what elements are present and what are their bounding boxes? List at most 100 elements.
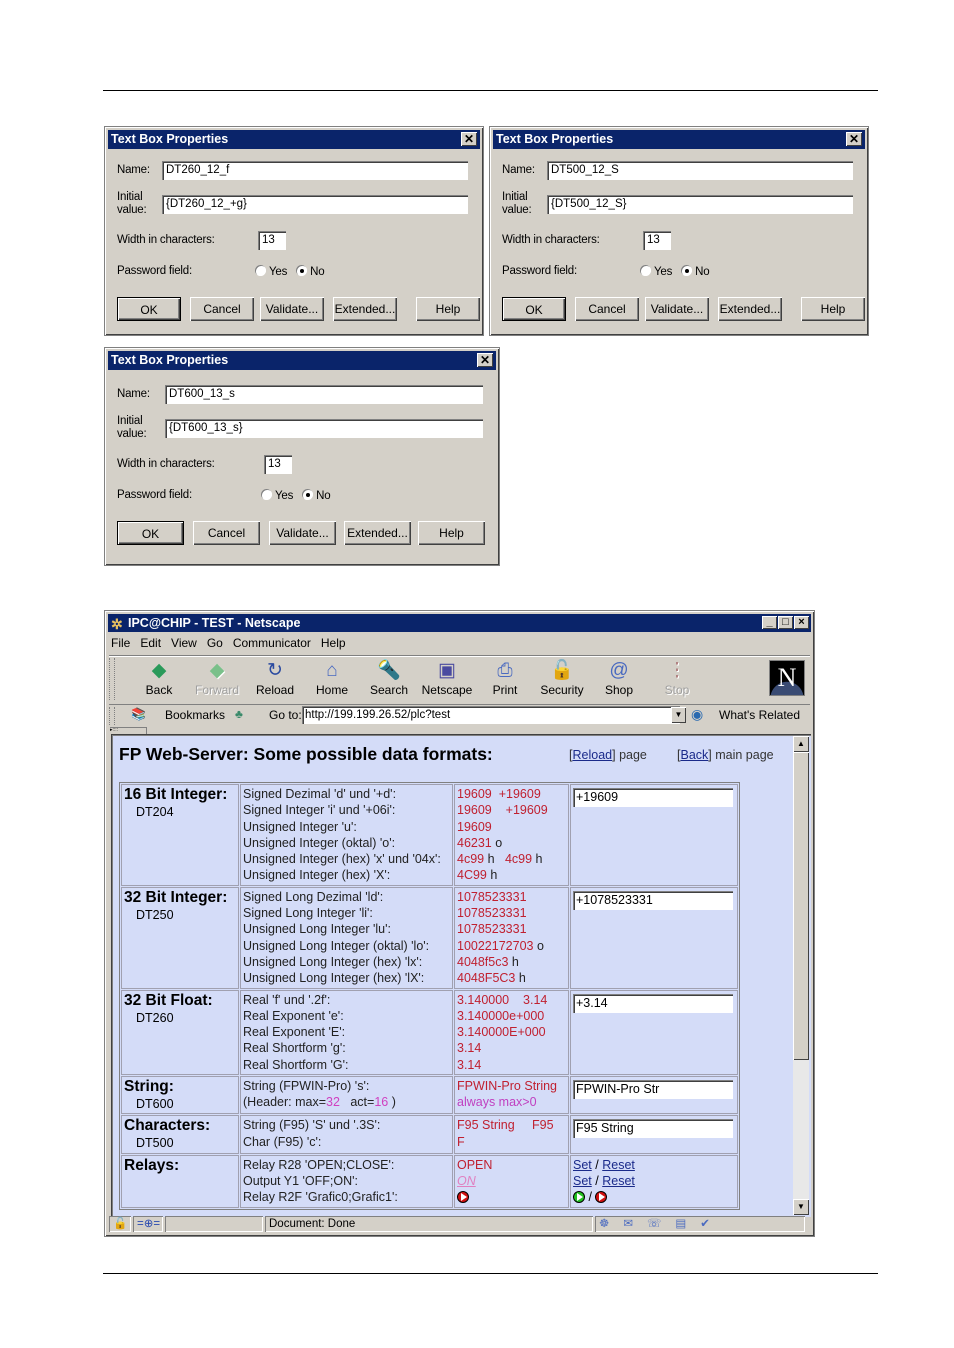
initial-value-input[interactable]: {DT500_12_S} [547,195,853,214]
reload-toolbar-button[interactable]: ↻ Reload [247,659,303,697]
location-toolbar-grip[interactable] [109,707,115,725]
y1-set-link[interactable]: Set [573,1174,592,1188]
toolbar-grip[interactable] [109,658,115,700]
value-input[interactable]: +19609 [573,788,733,807]
validate-button[interactable]: Validate... [260,297,324,321]
netscape-toolbar-button[interactable]: ▣ Netscape [419,659,475,697]
initial-value-label: Initial value: [117,415,147,441]
output-y1-value[interactable]: ON [457,1173,566,1189]
scroll-up-button[interactable]: ▲ [793,736,809,752]
help-button[interactable]: Help [416,297,480,321]
extended-button[interactable]: Extended... [333,297,397,321]
menu-go[interactable]: Go [207,633,223,653]
menu-view[interactable]: View [171,633,197,653]
extended-button[interactable]: Extended... [344,521,411,545]
initial-value-input[interactable]: {DT600_13_s} [165,419,483,438]
dialog-close-button[interactable]: ✕ [461,132,477,146]
bookmarks-button[interactable]: Bookmarks [165,708,225,722]
ok-button[interactable]: OK [117,521,184,545]
ok-button[interactable]: OK [117,297,181,321]
initial-value-input[interactable]: {DT260_12_+g} [162,195,468,214]
cancel-button[interactable]: Cancel [193,521,260,545]
navigator-icon[interactable]: ☸ [599,1218,623,1230]
format-descriptions-cell: String (F95) 'S' und '.3S': Char (F95) 'c… [240,1115,453,1154]
value-input[interactable]: +3.14 [573,993,733,1013]
initial-label-line2: value: [502,204,532,216]
value-input[interactable]: +1078523331 [573,890,733,910]
r28-reset-link[interactable]: Reset [602,1158,635,1172]
url-history-dropdown[interactable]: ▼ [671,707,686,723]
forward-arrow-icon: ◆ [209,660,225,681]
checkmark-icon[interactable]: ✔ [700,1218,724,1230]
menu-help[interactable]: Help [321,633,346,653]
value-input[interactable]: FPWIN-Pro Str [573,1080,733,1100]
extended-button[interactable]: Extended... [718,297,782,321]
data-type-label: 32 Bit Float: [124,991,213,1009]
width-input[interactable]: 13 [264,455,292,474]
name-input[interactable]: DT260_12_f [162,161,468,180]
help-button[interactable]: Help [801,297,865,321]
r28-set-link[interactable]: Set [573,1158,592,1172]
dialog-close-button[interactable]: ✕ [477,353,493,367]
ok-button[interactable]: OK [502,297,566,321]
r2f-set-green-play-icon[interactable] [573,1191,585,1204]
password-yes-label[interactable]: Yes [654,266,672,278]
scroll-down-button[interactable]: ▼ [793,1199,809,1215]
password-yes-radio[interactable] [255,265,266,276]
reload-link[interactable]: Reload [572,748,612,762]
security-status-icon[interactable]: 🔓 [109,1216,131,1232]
password-no-label[interactable]: No [316,490,331,502]
home-toolbar-button[interactable]: ⌂ Home [304,659,360,697]
security-toolbar-button[interactable]: 🔓 Security [534,659,590,697]
whats-related-button[interactable]: What's Related [719,708,800,722]
y1-reset-link[interactable]: Reset [602,1174,635,1188]
search-toolbar-button[interactable]: 🔦 Search [361,659,417,697]
initial-label-line2: value: [117,428,147,440]
personal-toolbar-collapsed[interactable]: ▸:::: [110,727,147,734]
netscape-logo[interactable]: N [769,660,805,696]
scroll-thumb[interactable] [793,752,809,1060]
help-button[interactable]: Help [418,521,485,545]
discussions-icon[interactable]: ☏ [647,1218,675,1230]
forward-toolbar-button[interactable]: ◆ Forward [189,659,245,697]
width-input[interactable]: 13 [258,231,286,250]
password-no-radio[interactable] [296,265,308,276]
mailbox-icon[interactable]: ✉ [623,1218,647,1230]
menu-file[interactable]: File [111,633,130,653]
password-yes-label[interactable]: Yes [269,266,287,278]
back-toolbar-button[interactable]: ◆ Back [131,659,187,697]
validate-button[interactable]: Validate... [645,297,709,321]
password-no-label[interactable]: No [695,266,710,278]
shopping-bag-icon: @ [609,660,629,681]
composer-icon[interactable]: ▤ [675,1218,700,1230]
toolbar-button-label: Reload [255,683,295,697]
back-link[interactable]: Back [680,748,708,762]
menu-edit[interactable]: Edit [140,633,161,653]
password-yes-radio[interactable] [261,489,272,500]
password-no-label[interactable]: No [310,266,325,278]
formatted-value: 3.140000 3.14 [457,992,548,1007]
validate-button[interactable]: Validate... [269,521,336,545]
password-yes-label[interactable]: Yes [275,490,293,502]
password-yes-radio[interactable] [640,265,651,276]
maximize-button[interactable]: □ [778,616,793,629]
vertical-scrollbar[interactable]: ▲ ▼ [793,736,809,1215]
password-no-radio[interactable] [302,489,314,500]
page-proxy-icon[interactable]: ♣ [235,707,243,721]
shop-toolbar-button[interactable]: @ Shop [591,659,647,697]
minimize-button[interactable]: _ [762,616,777,629]
print-toolbar-button[interactable]: ⎙ Print [477,659,533,697]
close-button[interactable]: × [794,616,809,629]
dialog-close-button[interactable]: ✕ [846,132,862,146]
menu-communicator[interactable]: Communicator [233,633,311,653]
password-no-radio[interactable] [681,265,693,276]
value-input[interactable]: F95 String [573,1119,733,1139]
cancel-button[interactable]: Cancel [190,297,254,321]
stop-toolbar-button[interactable]: ⋮ Stop [649,659,705,697]
url-input[interactable]: http://199.199.26.52/plc?test [302,706,680,724]
name-input[interactable]: DT600_13_s [165,385,483,404]
cancel-button[interactable]: Cancel [575,297,639,321]
width-input[interactable]: 13 [643,231,671,250]
r2f-reset-red-play-icon[interactable] [595,1191,608,1204]
name-input[interactable]: DT500_12_S [547,161,853,180]
